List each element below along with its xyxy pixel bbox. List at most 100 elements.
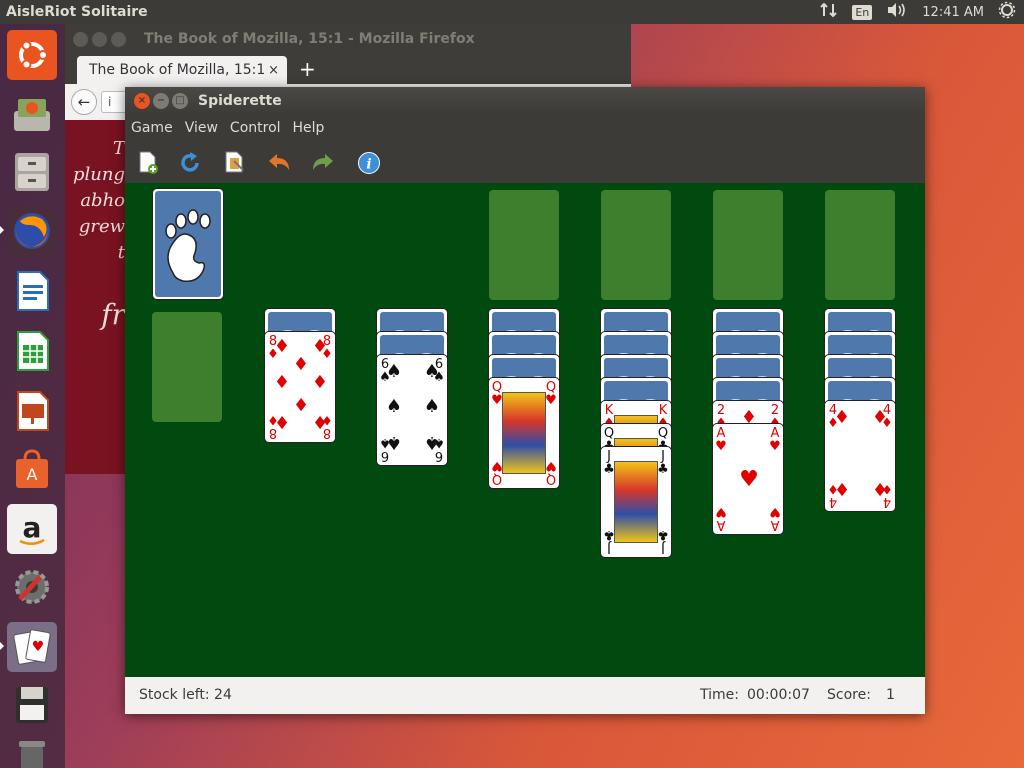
foundation-slot[interactable]	[825, 190, 895, 300]
installer-button[interactable]	[7, 88, 57, 138]
power-icon[interactable]	[998, 1, 1016, 23]
score-label: Score:	[827, 687, 871, 703]
files-button[interactable]	[7, 146, 57, 196]
book-line: grew	[78, 216, 125, 237]
court-card-art	[614, 461, 658, 543]
suit-pip: ♦	[273, 336, 291, 357]
close-icon[interactable]: ×	[134, 93, 150, 109]
svg-text:i: i	[366, 157, 371, 173]
floppy-disk-icon	[16, 687, 48, 723]
new-game-icon	[139, 151, 158, 174]
ubuntu-dash-button[interactable]	[7, 30, 57, 80]
book-line: abho	[80, 190, 125, 211]
impress-button[interactable]	[7, 386, 57, 436]
playing-card[interactable]: A ♥ A ♥ A ♥ A ♥ ♥	[712, 423, 784, 535]
firefox-maximize-button[interactable]	[111, 31, 126, 47]
back-arrow-icon[interactable]: ←	[71, 89, 97, 115]
menu-view[interactable]: View	[179, 120, 224, 136]
svg-text:a: a	[23, 511, 42, 544]
calc-button[interactable]	[7, 326, 57, 376]
minimize-icon[interactable]: −	[153, 93, 169, 109]
firefox-tab[interactable]: The Book of Mozilla, 15:1 ×	[77, 56, 287, 84]
playing-cards-icon: ♥	[13, 629, 51, 665]
suit-pip: ♦	[292, 393, 310, 414]
redo-button[interactable]	[309, 149, 337, 177]
card-rank: A	[716, 517, 726, 532]
time-label: Time:	[700, 687, 739, 703]
restart-button[interactable]	[176, 149, 204, 177]
suit-pip: ♦	[311, 372, 329, 393]
window-title: Spiderette	[198, 93, 282, 109]
maximize-icon[interactable]: □	[172, 93, 188, 109]
card-rank: Q	[545, 471, 557, 486]
amazon-button[interactable]: a	[7, 504, 57, 554]
menu-game[interactable]: Game	[125, 120, 179, 136]
firefox-close-button[interactable]	[73, 31, 88, 47]
suit-pip: ♦	[292, 354, 310, 375]
select-game-button[interactable]	[221, 149, 249, 177]
menu-help[interactable]: Help	[287, 120, 331, 136]
trash-icon	[19, 741, 45, 768]
redo-icon	[313, 154, 333, 170]
suit-pip: ♦	[311, 411, 329, 432]
network-arrows-icon[interactable]	[820, 2, 838, 22]
new-game-button[interactable]	[134, 149, 162, 177]
card-suit: ♥	[715, 504, 727, 519]
firefox-tab-title: The Book of Mozilla, 15:1	[89, 62, 266, 78]
playing-card[interactable]: 4 ♦ 4 ♦ 4 ♦ 4 ♦ ♦ ♦ ♦ ♦	[824, 400, 896, 512]
firefox-icon	[14, 213, 50, 249]
suit-pip: ♦	[871, 478, 889, 499]
suit-pip: ♦	[273, 372, 291, 393]
card-index: Q ♥	[544, 381, 558, 407]
card-index: J ♣	[656, 527, 670, 555]
spiderette-titlebar[interactable]: × − □ Spiderette	[125, 87, 925, 115]
foundation-slot[interactable]	[489, 190, 559, 300]
card-suit: ♥	[769, 439, 781, 454]
foundation-slot[interactable]	[713, 190, 783, 300]
suit-pip: ♠	[385, 361, 403, 382]
playing-card[interactable]: 8 ♦ 8 ♦ 8 ♦ 8 ♦ ♦ ♦ ♦ ♦ ♦ ♦ ♦ ♦	[264, 331, 336, 443]
undo-button[interactable]	[265, 149, 293, 177]
foundation-slot[interactable]	[601, 190, 671, 300]
playing-card[interactable]: J ♣ J ♣ J ♣ J ♣	[600, 446, 672, 558]
active-app-title: AisleRiot Solitaire	[6, 4, 148, 20]
firefox-running-indicator	[0, 226, 4, 234]
spiderette-window: × − □ Spiderette Game View Control Help …	[125, 87, 925, 714]
info-hint-icon: i	[358, 152, 380, 174]
restart-icon	[181, 152, 199, 172]
firefox-button[interactable]	[7, 206, 57, 256]
firefox-titlebar[interactable]: The Book of Mozilla, 15:1 - Mozilla Fire…	[65, 24, 631, 54]
menu-control[interactable]: Control	[224, 120, 287, 136]
score-value: 1	[886, 687, 895, 703]
trash-button[interactable]	[7, 732, 57, 768]
installer-icon	[14, 99, 50, 131]
suit-pip: ♦	[833, 407, 851, 428]
firefox-tab-strip: The Book of Mozilla, 15:1 × +	[65, 54, 631, 84]
svg-text:♥: ♥	[32, 639, 45, 655]
playing-card[interactable]: 6 ♠ 6 ♠ 6 ♠ 6 ♠ ♠ ♠ ♠ ♠ ♠ ♠	[376, 354, 448, 466]
software-button[interactable]: A	[7, 444, 57, 494]
tab-close-icon[interactable]: ×	[268, 63, 279, 78]
keyboard-layout-indicator[interactable]: En	[852, 4, 873, 20]
volume-icon[interactable]	[886, 2, 908, 22]
launcher: A a ♥	[0, 24, 65, 768]
undo-icon	[269, 154, 289, 170]
settings-button[interactable]	[7, 562, 57, 612]
stock-pile[interactable]	[152, 188, 224, 300]
empty-tableau-slot[interactable]	[152, 312, 222, 422]
card-index: A ♥	[768, 427, 782, 453]
clock[interactable]: 12:41 AM	[922, 5, 984, 20]
playing-card[interactable]: Q ♥ Q ♥ Q ♥ Q ♥	[488, 377, 560, 489]
menu-bar: Game View Control Help	[125, 115, 925, 141]
court-card-art	[502, 392, 546, 474]
save-drive-button[interactable]	[7, 680, 57, 730]
book-line: T	[112, 138, 125, 159]
aisleriot-button[interactable]: ♥	[7, 622, 57, 672]
firefox-window-title: The Book of Mozilla, 15:1 - Mozilla Fire…	[144, 31, 475, 47]
firefox-minimize-button[interactable]	[92, 31, 107, 47]
card-table[interactable]: 8♦8♦8♦8♦♦♦♦♦♦♦♦♦6♠6♠6♠6♠♠♠♠♠♠♠Q♥Q♥Q♥Q♥K♦…	[125, 183, 925, 677]
writer-button[interactable]	[7, 266, 57, 316]
calc-spreadsheet-icon	[17, 331, 49, 371]
new-tab-icon[interactable]: +	[299, 57, 316, 81]
hint-button[interactable]: i	[355, 149, 383, 177]
